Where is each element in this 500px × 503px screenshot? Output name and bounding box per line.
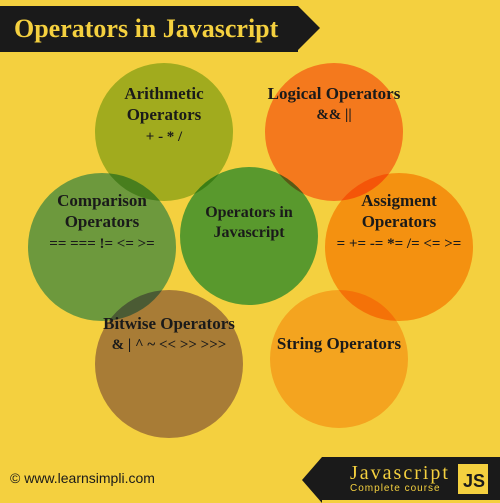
heading-logical: Logical Operators bbox=[268, 84, 401, 103]
ops-arithmetic: + - * / bbox=[95, 128, 233, 147]
ops-comparison: == === != <= >= bbox=[28, 235, 176, 254]
label-logical: Logical Operators && || bbox=[265, 83, 403, 125]
heading-comparison: Comparison Operators bbox=[57, 191, 147, 231]
heading-center: Operators in Javascript bbox=[205, 204, 293, 241]
js-badge-icon: JS bbox=[458, 464, 488, 494]
ops-logical: && || bbox=[265, 106, 403, 125]
label-assignment: Assigment Operators = += -= *= /= <= >= bbox=[325, 190, 473, 253]
heading-arithmetic: Arithmetic Operators bbox=[124, 84, 203, 124]
heading-assignment: Assigment Operators bbox=[361, 191, 437, 231]
footer-brand: Javascript bbox=[350, 463, 450, 483]
page-title: Operators in Javascript bbox=[14, 14, 278, 43]
ops-assignment: = += -= *= /= <= >= bbox=[325, 235, 473, 254]
footer-brand-block: Javascript Complete course bbox=[350, 463, 450, 494]
copyright-text: © www.learnsimpli.com bbox=[10, 470, 155, 486]
label-bitwise: Bitwise Operators & | ^ ~ << >> >>> bbox=[95, 313, 243, 355]
ops-bitwise: & | ^ ~ << >> >>> bbox=[95, 336, 243, 355]
footer-tagline: Complete course bbox=[350, 483, 450, 494]
label-comparison: Comparison Operators == === != <= >= bbox=[28, 190, 176, 253]
label-arithmetic: Arithmetic Operators + - * / bbox=[95, 83, 233, 146]
heading-bitwise: Bitwise Operators bbox=[103, 314, 235, 333]
label-center: Operators in Javascript bbox=[180, 203, 318, 243]
footer: © www.learnsimpli.com Javascript Complet… bbox=[0, 450, 500, 500]
page-title-banner: Operators in Javascript bbox=[0, 6, 298, 52]
label-string: String Operators bbox=[270, 333, 408, 354]
venn-diagram: Arithmetic Operators + - * / Logical Ope… bbox=[0, 55, 500, 450]
circle-string bbox=[270, 290, 408, 428]
footer-banner: Javascript Complete course JS bbox=[322, 457, 500, 500]
heading-string: String Operators bbox=[277, 334, 401, 353]
